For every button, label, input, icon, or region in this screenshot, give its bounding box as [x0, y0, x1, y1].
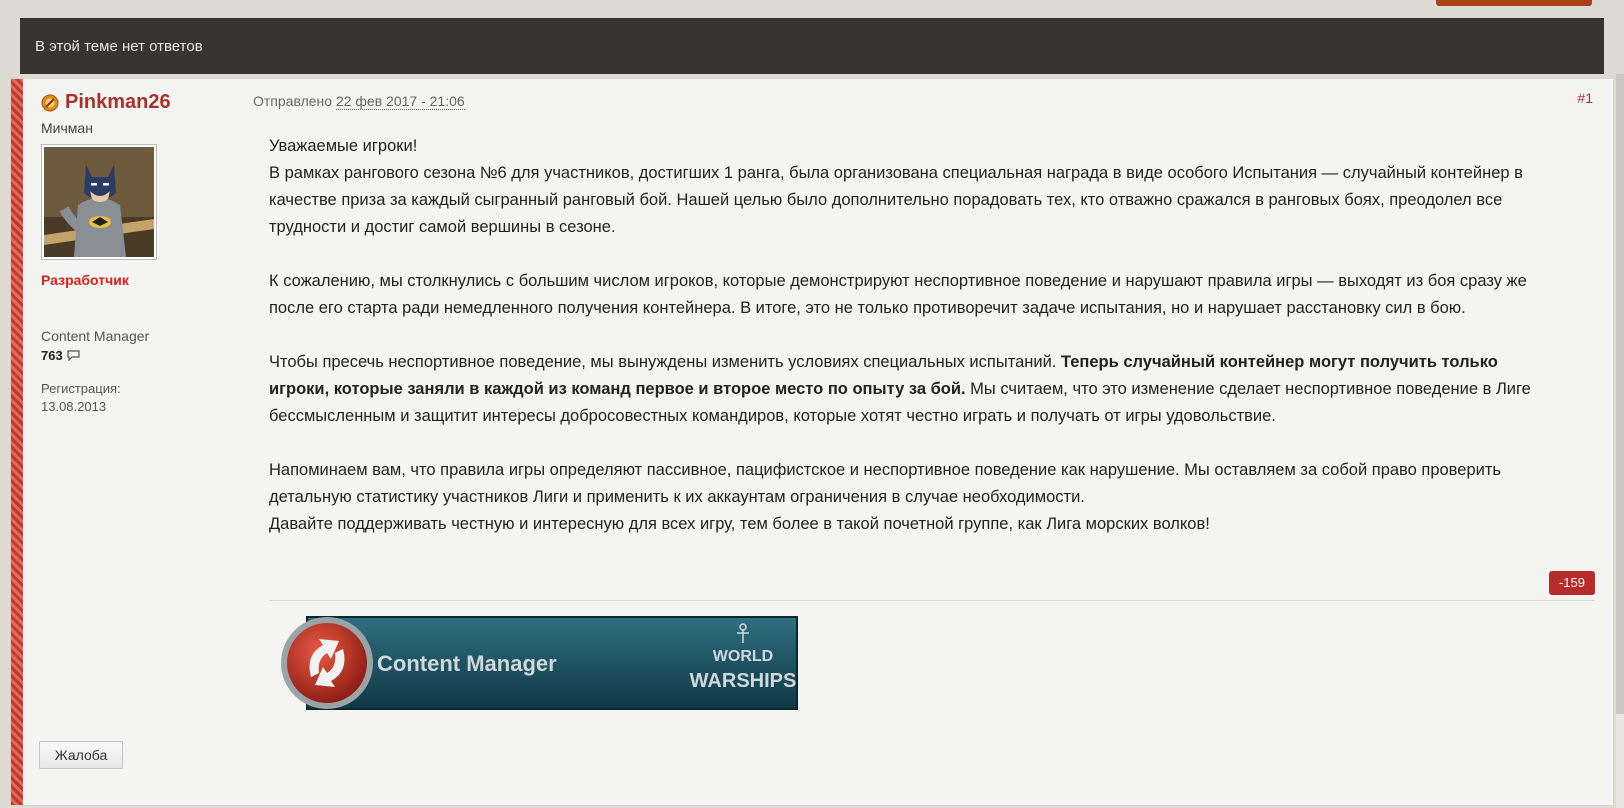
registration-date: 13.08.2013	[41, 399, 107, 414]
post-date-value[interactable]: 22 фев 2017 - 21:06	[335, 93, 465, 110]
reputation-badge[interactable]: -159	[1548, 571, 1595, 595]
author-panel: Pinkman26 Мичман Разработчик Content Man…	[41, 91, 231, 414]
signature-banner-image: Content Manager WORLD WARSHIPS	[281, 616, 798, 710]
comment-icon	[67, 350, 80, 361]
avatar[interactable]	[41, 144, 157, 260]
top-menu-tab[interactable]	[1436, 0, 1592, 6]
post-paragraph-5: Давайте поддерживать честную и интересну…	[269, 515, 1210, 533]
post-date: Отправлено 22 фев 2017 - 21:06	[253, 93, 465, 110]
author-name[interactable]: Pinkman26	[65, 91, 171, 114]
post-paragraph-3-start: Чтобы пресечь неспортивное поведение, мы…	[269, 353, 1057, 371]
signature-banner: Content Manager WORLD WARSHIPS	[277, 615, 801, 716]
post-count: 763	[41, 348, 231, 363]
topic-status-text: В этой теме нет ответов	[35, 37, 203, 55]
signature-logo-bottom: WARSHIPS	[690, 670, 797, 692]
signature-divider	[269, 600, 1595, 601]
author-status-icon	[41, 94, 59, 111]
post-count-value: 763	[41, 348, 63, 363]
post-number-link[interactable]: #1	[1577, 90, 1593, 106]
post-paragraph-1: В рамках рангового сезона №6 для участни…	[269, 164, 1523, 236]
signature-logo-top: WORLD	[713, 648, 773, 665]
author-role: Разработчик	[41, 272, 129, 288]
post-paragraph-3: Чтобы пресечь неспортивное поведение, мы…	[269, 349, 1561, 430]
post-content: Уважаемые игроки! В рамках рангового сез…	[269, 133, 1561, 538]
post-greeting: Уважаемые игроки!	[269, 137, 418, 155]
post-paragraph-2: К сожалению, мы столкнулись с большим чи…	[269, 272, 1527, 317]
author-group: Content Manager	[41, 328, 150, 344]
signature-title: Content Manager	[377, 651, 557, 676]
post-container: Pinkman26 Мичман Разработчик Content Man…	[10, 78, 1614, 806]
scrollbar-thumb[interactable]	[1616, 74, 1624, 714]
author-line: Pinkman26	[41, 91, 231, 114]
author-rank: Мичман	[41, 120, 93, 136]
post-paragraph-4: Напоминаем вам, что правила игры определ…	[269, 461, 1501, 506]
post-date-prefix: Отправлено	[253, 93, 333, 109]
post-stripe	[11, 79, 23, 805]
topic-status-bar: В этой теме нет ответов	[20, 18, 1604, 74]
avatar-image	[44, 147, 154, 257]
report-button[interactable]: Жалоба	[39, 741, 123, 769]
registration-label: Регистрация:	[41, 381, 121, 396]
